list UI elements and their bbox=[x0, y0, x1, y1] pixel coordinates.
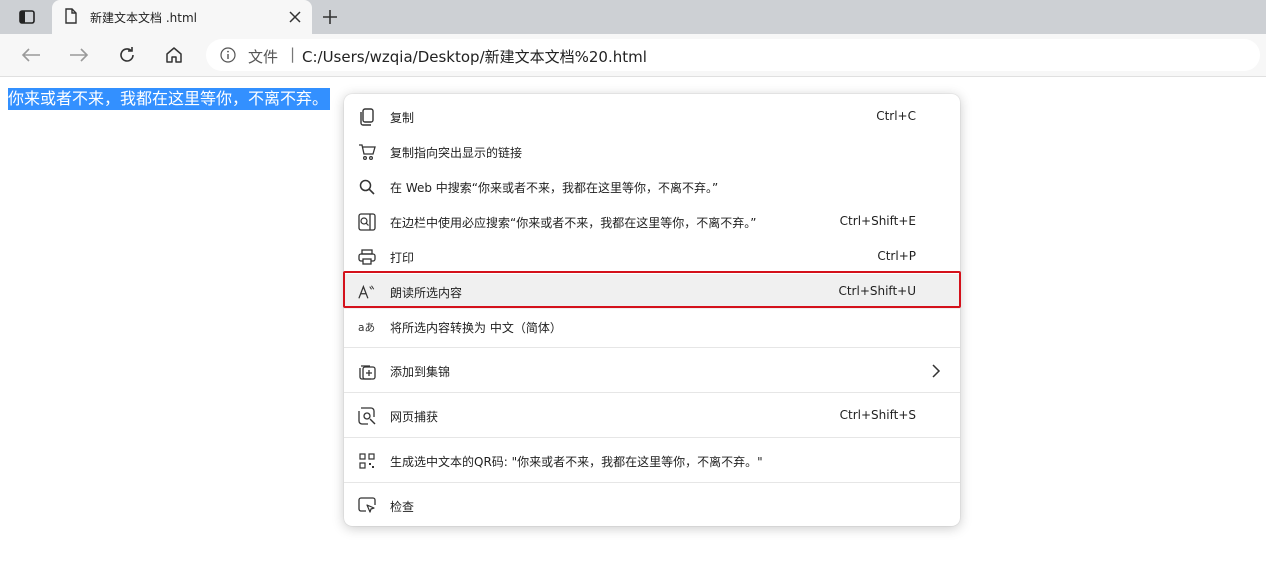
tab-title: 新建文本文档 .html bbox=[90, 11, 197, 25]
menu-item-label: 添加到集锦 bbox=[390, 365, 451, 379]
window-icon bbox=[19, 10, 35, 24]
new-tab-button[interactable] bbox=[318, 5, 342, 29]
menu-item-web-search[interactable]: 在 Web 中搜索“你来或者不来，我都在这里等你，不离不弃。” bbox=[344, 169, 960, 204]
page-icon bbox=[64, 8, 78, 25]
read-aloud-icon bbox=[358, 283, 376, 301]
qr-code-icon bbox=[358, 452, 376, 470]
home-icon bbox=[165, 46, 183, 64]
browser-toolbar: 文件 | C:/Users/wzqia/Desktop/新建文本文档%20.ht… bbox=[0, 34, 1266, 77]
menu-divider bbox=[344, 347, 960, 348]
context-menu: 复制 Ctrl+C 复制指向突出显示的链接 在 Web 中搜索“你来或者不来，我… bbox=[343, 94, 961, 526]
menu-item-copy[interactable]: 复制 Ctrl+C bbox=[344, 99, 960, 134]
translate-icon: aあ bbox=[358, 318, 376, 336]
menu-item-label: 将所选内容转换为 中文（简体） bbox=[390, 321, 562, 335]
menu-item-label: 在边栏中使用必应搜索“你来或者不来，我都在这里等你，不离不弃。” bbox=[390, 216, 757, 230]
plus-icon bbox=[322, 9, 338, 25]
back-button[interactable] bbox=[18, 42, 44, 68]
menu-item-label: 网页捕获 bbox=[390, 410, 439, 424]
menu-item-label: 复制 bbox=[390, 111, 415, 125]
refresh-button[interactable] bbox=[114, 42, 140, 68]
tab-close-button[interactable] bbox=[286, 8, 304, 26]
menu-item-shortcut: Ctrl+Shift+E bbox=[839, 214, 916, 228]
tab-strip: 新建文本文档 .html bbox=[0, 0, 1266, 34]
tab-actions-button[interactable] bbox=[10, 5, 44, 29]
menu-item-translate[interactable]: aあ 将所选内容转换为 中文（简体） bbox=[344, 309, 960, 344]
menu-item-label: 打印 bbox=[390, 251, 415, 265]
menu-item-inspect[interactable]: 检查 bbox=[344, 488, 960, 523]
menu-item-sidebar-search[interactable]: 在边栏中使用必应搜索“你来或者不来，我都在这里等你，不离不弃。” Ctrl+Sh… bbox=[344, 204, 960, 239]
arrow-left-icon bbox=[21, 47, 41, 63]
search-icon bbox=[358, 178, 376, 196]
refresh-icon bbox=[118, 46, 136, 64]
url-text[interactable]: C:/Users/wzqia/Desktop/新建文本文档%20.html bbox=[302, 46, 647, 67]
address-bar[interactable]: 文件 | C:/Users/wzqia/Desktop/新建文本文档%20.ht… bbox=[206, 39, 1260, 71]
address-separator: | bbox=[290, 45, 296, 63]
menu-item-shortcut: Ctrl+Shift+S bbox=[839, 408, 916, 422]
menu-item-copy-link-highlight[interactable]: 复制指向突出显示的链接 bbox=[344, 134, 960, 169]
menu-divider bbox=[344, 392, 960, 393]
menu-divider bbox=[344, 482, 960, 483]
home-button[interactable] bbox=[161, 42, 187, 68]
sidebar-search-icon bbox=[358, 213, 376, 231]
copy-link-highlight-icon bbox=[358, 143, 376, 161]
add-to-collections-icon bbox=[358, 362, 376, 380]
menu-item-web-capture[interactable]: 网页捕获 Ctrl+Shift+S bbox=[344, 398, 960, 433]
menu-divider bbox=[344, 437, 960, 438]
menu-item-qr-code[interactable]: 生成选中文本的QR码: "你来或者不来，我都在这里等你，不离不弃。" bbox=[344, 443, 960, 478]
copy-icon bbox=[358, 108, 376, 126]
menu-item-shortcut: Ctrl+P bbox=[877, 249, 916, 263]
menu-item-label: 朗读所选内容 bbox=[390, 286, 463, 300]
menu-item-label: 复制指向突出显示的链接 bbox=[390, 146, 523, 160]
menu-item-add-to-collections[interactable]: 添加到集锦 bbox=[344, 353, 960, 388]
menu-item-print[interactable]: 打印 Ctrl+P bbox=[344, 239, 960, 274]
info-icon[interactable] bbox=[220, 47, 236, 63]
menu-item-label: 在 Web 中搜索“你来或者不来，我都在这里等你，不离不弃。” bbox=[390, 181, 719, 195]
svg-text:aあ: aあ bbox=[358, 321, 375, 334]
selected-page-text[interactable]: 你来或者不来，我都在这里等你，不离不弃。 bbox=[8, 88, 331, 110]
menu-item-shortcut: Ctrl+C bbox=[876, 109, 916, 123]
arrow-right-icon bbox=[69, 47, 89, 63]
close-icon bbox=[289, 11, 301, 23]
menu-item-shortcut: Ctrl+Shift+U bbox=[838, 284, 916, 298]
web-capture-icon bbox=[358, 407, 376, 425]
menu-item-read-aloud[interactable]: 朗读所选内容 Ctrl+Shift+U bbox=[344, 274, 960, 309]
site-scheme-label: 文件 bbox=[248, 48, 279, 66]
menu-item-label: 检查 bbox=[390, 500, 415, 514]
menu-item-label: 生成选中文本的QR码: "你来或者不来，我都在这里等你，不离不弃。" bbox=[390, 455, 763, 469]
tab-active[interactable]: 新建文本文档 .html bbox=[52, 0, 312, 34]
forward-button[interactable] bbox=[66, 42, 92, 68]
inspect-icon bbox=[358, 497, 376, 515]
print-icon bbox=[358, 248, 376, 266]
chevron-right-icon bbox=[928, 362, 944, 380]
